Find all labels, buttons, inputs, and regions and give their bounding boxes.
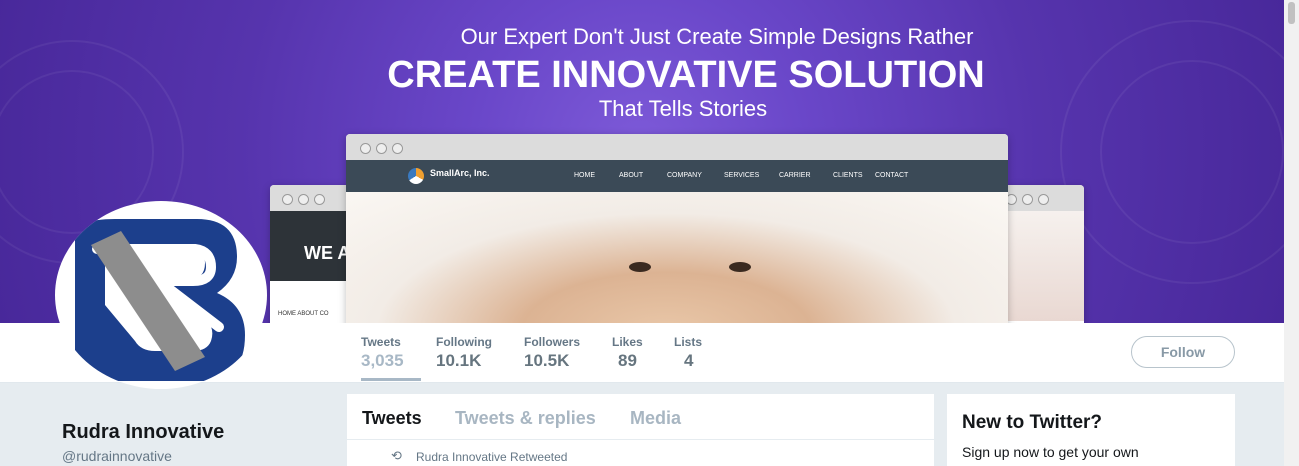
mockup-nav-item: SERVICES	[724, 172, 760, 179]
active-stat-underline	[361, 378, 421, 381]
stat-tweets[interactable]: Tweets 3,035	[361, 335, 404, 371]
tab-tweets-replies[interactable]: Tweets & replies	[455, 408, 596, 429]
stat-label: Following	[436, 335, 492, 349]
stat-value: 10.5K	[524, 351, 570, 370]
mockup-left-nav: HOME ABOUT CO	[278, 311, 329, 317]
mockup-nav: SmallArc, Inc. HOME ABOUT COMPANY SERVIC…	[346, 160, 1008, 192]
mockup-logo-text: SmallArc, Inc.	[430, 168, 490, 178]
follow-button[interactable]: Follow	[1131, 336, 1235, 368]
tab-divider	[347, 439, 934, 440]
mockup-right-photo	[1008, 211, 1084, 321]
mockup-nav-item: CARRIER	[779, 172, 811, 179]
banner-subline: That Tells Stories	[598, 96, 768, 121]
mockup-nav-item: ABOUT	[619, 172, 644, 179]
retweet-icon: ⟲	[391, 448, 402, 463]
banner-headline: CREATE INNOVATIVE SOLUTION	[387, 54, 985, 96]
stat-value: 10.1K	[436, 351, 482, 370]
scrollbar-thumb[interactable]	[1288, 2, 1295, 24]
stat-followers[interactable]: Followers 10.5K	[524, 335, 580, 371]
stat-following[interactable]: Following 10.1K	[436, 335, 492, 371]
profile-handle[interactable]: @rudrainnovative	[62, 448, 172, 464]
stat-label: Lists	[674, 335, 703, 349]
profile-name: Rudra Innovative	[62, 421, 225, 443]
mockup-nav-item: CONTACT	[875, 172, 909, 179]
retweeted-label[interactable]: Rudra Innovative Retweeted	[416, 450, 567, 464]
twitter-profile-page: Our Expert Don't Just Create Simple Desi…	[0, 0, 1284, 466]
stat-value: 3,035	[361, 351, 404, 370]
mockup-logo-icon	[408, 168, 424, 184]
signup-title: New to Twitter?	[962, 412, 1103, 433]
mockup-hero-photo	[346, 192, 1008, 323]
stat-likes[interactable]: Likes 89	[612, 335, 643, 371]
rudra-logo-icon	[75, 219, 245, 381]
timeline-card: Tweets Tweets & replies Media ⟲ Rudra In…	[347, 394, 934, 466]
stat-lists[interactable]: Lists 4	[674, 335, 702, 371]
banner-tagline: Our Expert Don't Just Create Simple Desi…	[460, 24, 974, 49]
mockup-nav-item: COMPANY	[667, 172, 702, 179]
tab-tweets[interactable]: Tweets	[362, 408, 422, 429]
stat-label: Followers	[524, 335, 581, 349]
mockup-browser-right	[996, 185, 1084, 323]
mockup-left-heading: WE A	[304, 243, 351, 263]
profile-avatar[interactable]	[55, 201, 267, 389]
stat-label: Likes	[612, 335, 643, 349]
stat-label: Tweets	[361, 335, 401, 349]
mockup-nav-item: HOME	[574, 172, 595, 179]
mockup-nav-item: CLIENTS	[833, 172, 863, 179]
stat-value: 4	[684, 351, 694, 370]
tab-media[interactable]: Media	[630, 408, 681, 429]
page-scrollbar[interactable]	[1284, 0, 1299, 466]
signup-text: Sign up now to get your own	[962, 444, 1139, 460]
mockup-browser-main: SmallArc, Inc. HOME ABOUT COMPANY SERVIC…	[346, 134, 1008, 323]
stat-value: 89	[618, 351, 637, 370]
signup-card: New to Twitter? Sign up now to get your …	[947, 394, 1235, 466]
